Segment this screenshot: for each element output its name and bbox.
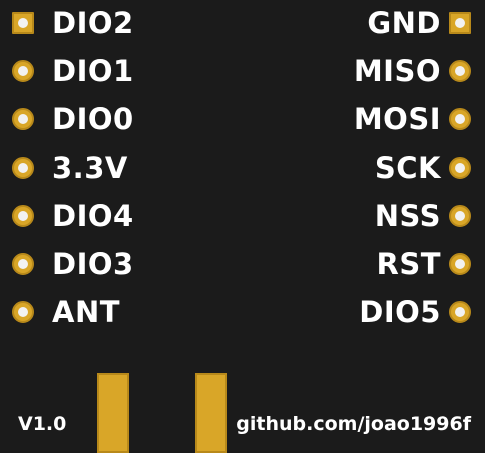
pin-label: RST xyxy=(376,247,441,281)
github-url-label: github.com/joao1996f xyxy=(236,413,471,435)
round-pad-icon xyxy=(449,156,471,179)
pin-dio0: DIO0 xyxy=(12,104,134,134)
pin-rst: RST xyxy=(376,247,471,281)
round-pad-icon xyxy=(449,301,471,324)
antenna-tab-left xyxy=(97,373,129,453)
pin-sck: SCK xyxy=(375,153,471,183)
pin-label: DIO4 xyxy=(52,198,134,233)
version-label: V1.0 xyxy=(18,413,67,435)
drill-hole-icon xyxy=(455,66,465,77)
pin-ant: ANT xyxy=(12,297,120,327)
drill-hole-icon xyxy=(18,114,28,125)
square-pad-icon xyxy=(12,12,34,34)
pin-dio4: DIO4 xyxy=(12,201,134,231)
pin-label: DIO5 xyxy=(359,295,441,330)
drill-hole-icon xyxy=(455,259,465,269)
pcb-board: DIO2 DIO1 DIO0 3.3V DIO4 DIO3 ANT GND MISO MOSI S… xyxy=(0,0,485,453)
pin-label: ANT xyxy=(52,295,120,330)
round-pad-icon xyxy=(12,108,34,131)
pin-label: DIO2 xyxy=(52,6,134,40)
round-pad-icon xyxy=(12,301,34,324)
drill-hole-icon xyxy=(455,18,465,28)
round-pad-icon xyxy=(449,204,471,227)
round-pad-icon xyxy=(12,156,34,179)
pin-label: 3.3V xyxy=(52,150,128,185)
round-pad-icon xyxy=(12,204,34,227)
pin-label: SCK xyxy=(374,150,441,185)
pin-nss: NSS xyxy=(375,201,471,231)
pin-label: NSS xyxy=(374,198,441,233)
square-pad-icon xyxy=(449,12,471,34)
drill-hole-icon xyxy=(18,162,28,173)
round-pad-icon xyxy=(12,253,34,275)
round-pad-icon xyxy=(449,60,471,83)
pin-label: DIO3 xyxy=(52,247,134,281)
round-pad-icon xyxy=(449,253,471,275)
pin-label: MOSI xyxy=(353,102,441,137)
drill-hole-icon xyxy=(18,18,28,28)
pin-dio3: DIO3 xyxy=(12,249,134,279)
pin-3-3v: 3.3V xyxy=(12,153,128,183)
pin-miso: MISO xyxy=(354,56,471,86)
drill-hole-icon xyxy=(18,259,28,269)
pin-mosi: MOSI xyxy=(354,104,471,134)
drill-hole-icon xyxy=(18,66,28,77)
pin-gnd: GND xyxy=(367,8,471,38)
drill-hole-icon xyxy=(18,307,28,318)
drill-hole-icon xyxy=(455,307,465,318)
drill-hole-icon xyxy=(455,114,465,125)
pin-dio5: DIO5 xyxy=(359,297,471,327)
drill-hole-icon xyxy=(18,210,28,221)
drill-hole-icon xyxy=(455,162,465,173)
round-pad-icon xyxy=(12,60,34,83)
pin-label: DIO0 xyxy=(52,102,134,137)
antenna-tab-right xyxy=(195,373,227,453)
pin-dio1: DIO1 xyxy=(12,56,134,86)
drill-hole-icon xyxy=(455,210,465,221)
pin-label: GND xyxy=(367,6,441,40)
round-pad-icon xyxy=(449,108,471,131)
pin-label: MISO xyxy=(353,54,441,89)
pin-label: DIO1 xyxy=(52,54,134,89)
pin-dio2: DIO2 xyxy=(12,8,134,38)
